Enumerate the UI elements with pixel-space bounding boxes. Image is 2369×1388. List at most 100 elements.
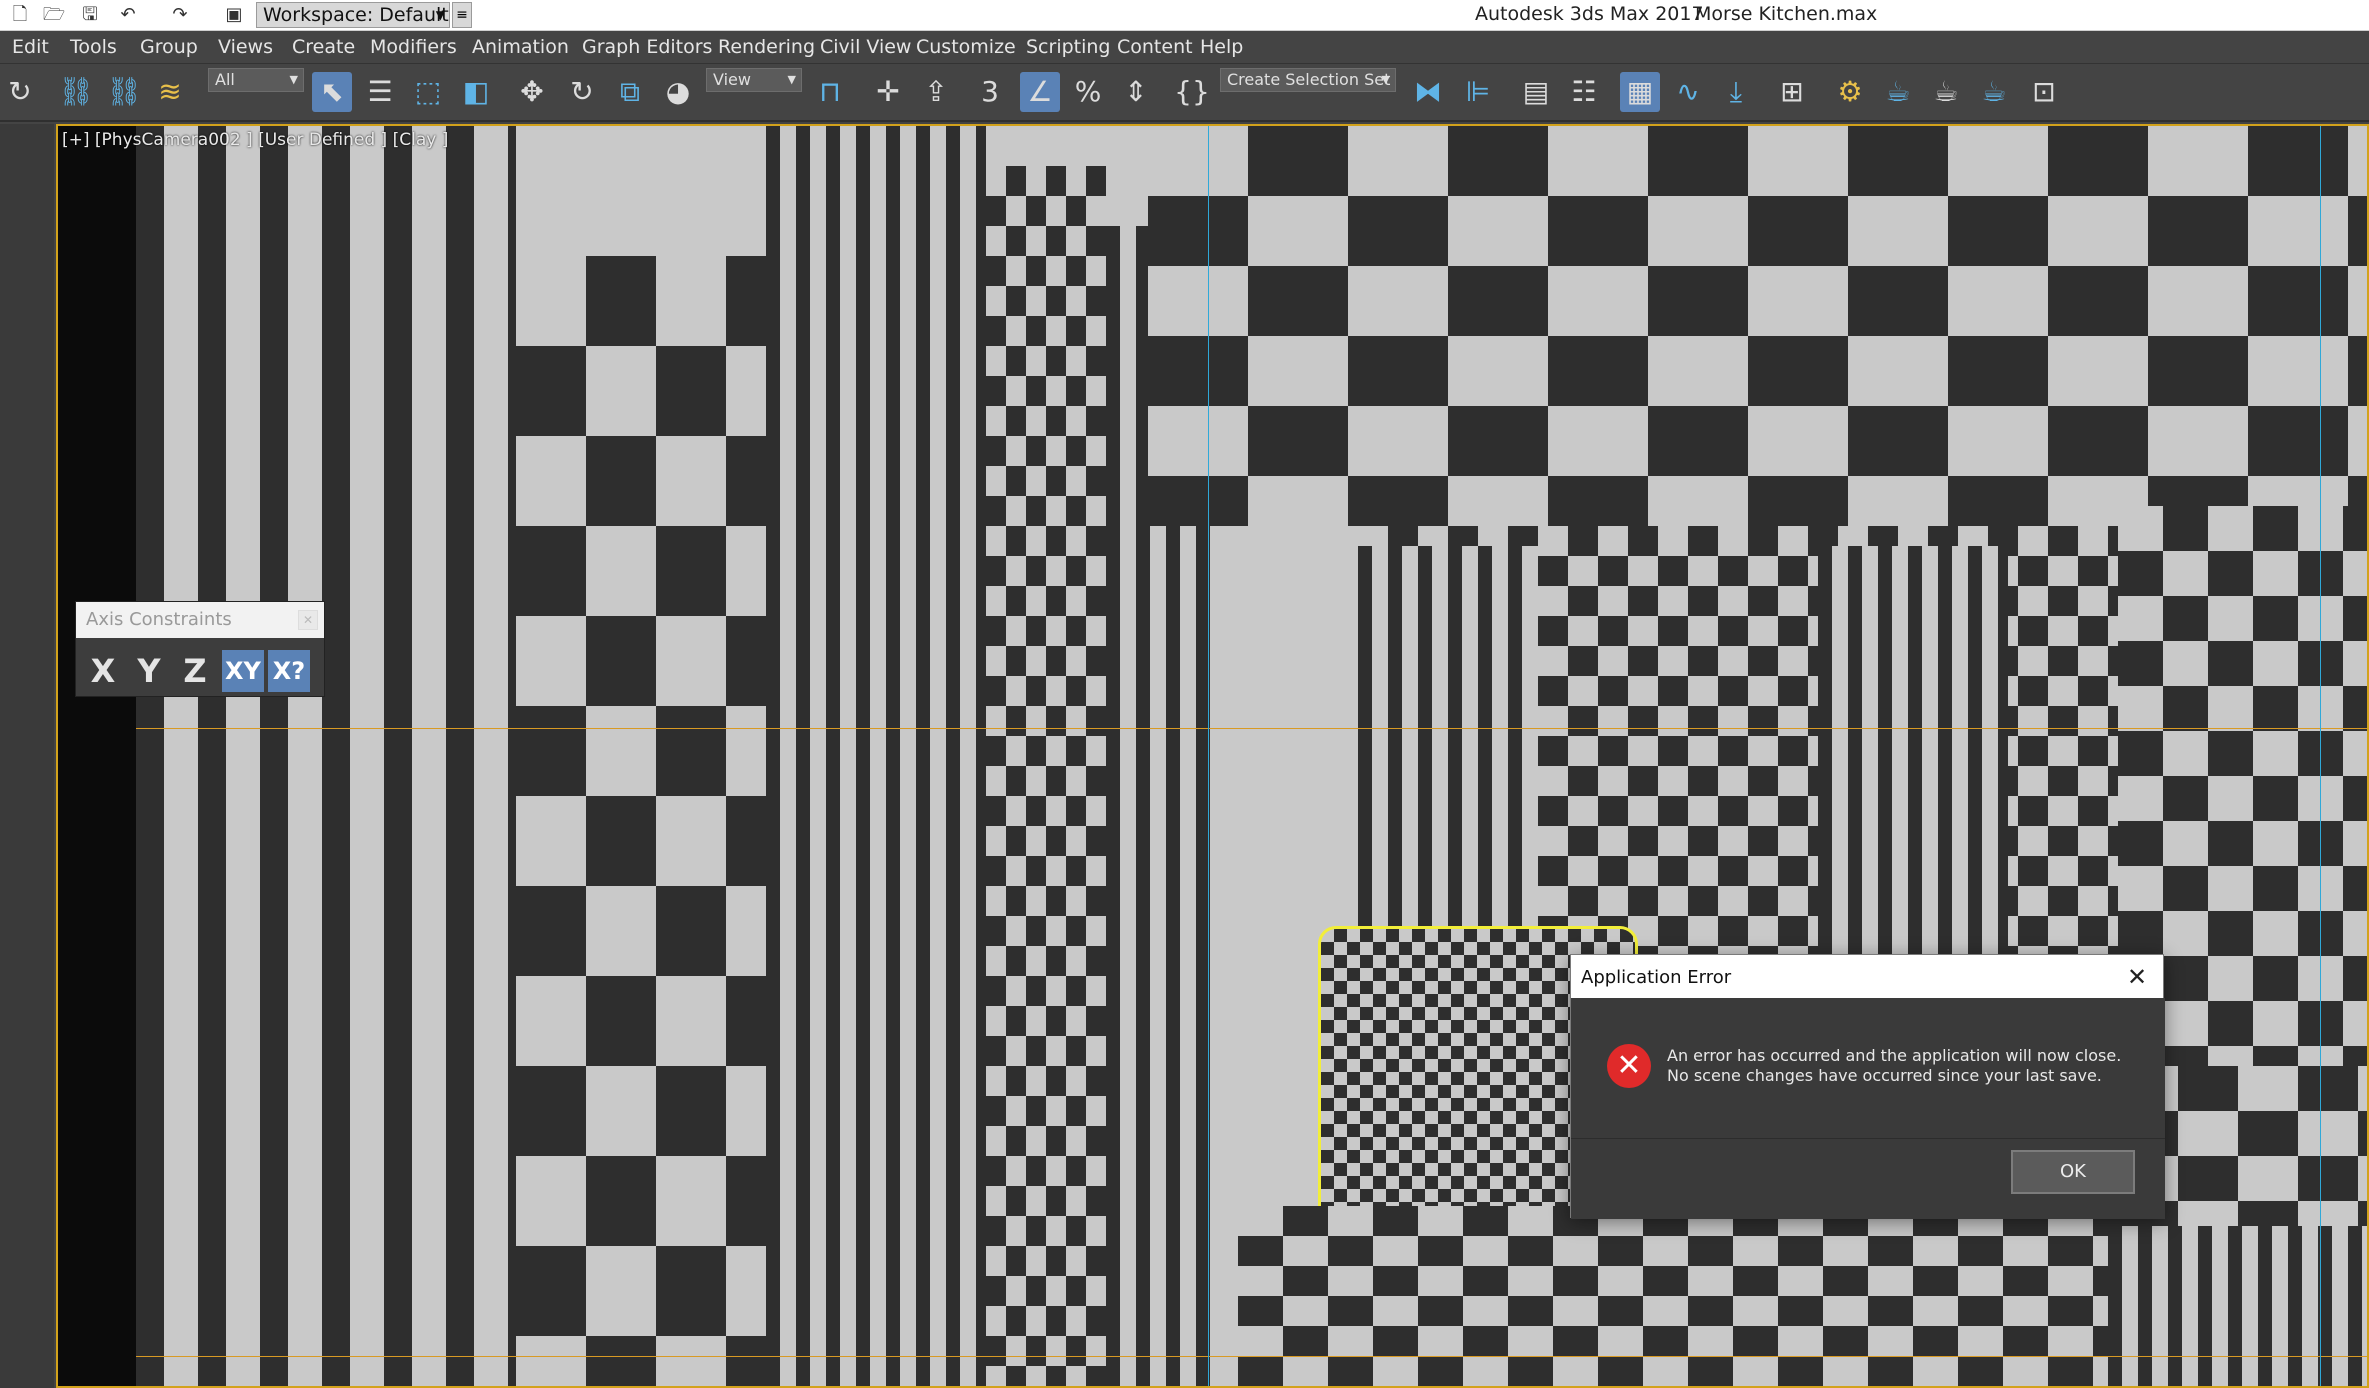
angle-snap-icon[interactable]: ∠ [1020,72,1060,112]
door-panel-checker [986,166,1106,1386]
redo-icon[interactable]: ↷ [168,4,192,26]
dialog-title: Application Error [1581,967,1732,988]
menu-edit[interactable]: Edit [12,36,49,58]
reference-coordinate-value: View [713,70,751,89]
app-window: 🗋 🗁 🖫 ↶ ↷ ▣ Workspace: Default ▼ ≡ Autod… [0,0,2369,1388]
menu-help[interactable]: Help [1200,36,1243,58]
schematic-view-icon[interactable]: ⊞ [1772,72,1812,112]
percent-snap-icon[interactable]: % [1068,72,1108,112]
select-and-link-icon[interactable]: ⛓ [56,72,96,112]
selection-filter-value: All [215,70,235,89]
axis-constraints-header[interactable]: Axis Constraints ✕ [76,602,324,638]
chevron-down-icon: ▼ [435,8,445,22]
curve-editor-icon[interactable]: ∿ [1668,72,1708,112]
file-title: Morse Kitchen.max [1695,3,1878,25]
spinner-snap-icon[interactable]: ⇕ [1116,72,1156,112]
axis-xy-button[interactable]: XY [222,650,264,692]
error-message-line-1: An error has occurred and the applicatio… [1667,1046,2122,1065]
manipulate-icon[interactable]: ✛ [868,72,908,112]
save-file-icon[interactable]: 🖫 [78,4,102,26]
select-and-place-icon[interactable]: ◕ [658,72,698,112]
menu-graph-editors[interactable]: Graph Editors [582,36,712,58]
menu-group[interactable]: Group [140,36,198,58]
rectangular-selection-icon[interactable]: ⬚ [408,72,448,112]
menu-modifiers[interactable]: Modifiers [370,36,457,58]
chevron-down-icon: ▼ [1381,73,1390,86]
material-editor-icon[interactable]: ⚙ [1830,72,1870,112]
menu-views[interactable]: Views [218,36,273,58]
safe-frame-guide-bottom [136,1356,2367,1357]
align-icon[interactable]: ⊫ [1458,72,1498,112]
window-crossing-icon[interactable]: ◧ [456,72,496,112]
pivot-center-icon[interactable]: ⊓ [810,72,850,112]
workspace-dropdown[interactable]: Workspace: Default ▼ [256,2,450,28]
chevron-down-icon: ▼ [289,73,298,86]
menu-civil-view[interactable]: Civil View [820,36,911,58]
workspace-menu-icon[interactable]: ≡ [452,2,472,28]
axis-y-button[interactable]: Y [128,650,170,692]
safe-frame-guide [136,728,2367,729]
dialog-body: ✕ An error has occurred and the applicat… [1571,998,2165,1138]
menu-rendering[interactable]: Rendering [718,36,815,58]
dope-sheet-icon[interactable]: ⤓ [1716,72,1756,112]
ribbon-toggle-icon[interactable]: ▦ [1620,72,1660,112]
right-counter-stripes [2108,1226,2367,1386]
select-by-name-icon[interactable]: ☰ [360,72,400,112]
menu-scripting[interactable]: Scripting [1026,36,1111,58]
named-selection-value: Create Selection Set [1227,70,1391,89]
selection-filter-dropdown[interactable]: All ▼ [208,68,304,92]
scene-explorer-icon[interactable]: ▤ [1516,72,1556,112]
viewport-label[interactable]: [+] [PhysCamera002 ] [User Defined ] [Cl… [62,130,448,150]
menu-create[interactable]: Create [292,36,355,58]
select-object-icon[interactable]: ⬉ [312,72,352,112]
mirror-icon[interactable]: ⧓ [1408,72,1448,112]
snaps-toggle-icon[interactable]: 3 [970,72,1010,112]
rendered-frame-window-icon[interactable]: ☕ [1926,72,1966,112]
render-production-icon[interactable]: ☕ [1974,72,2014,112]
project-folder-icon[interactable]: ▣ [222,4,246,26]
undo-icon[interactable]: ↶ [116,4,140,26]
reference-coordinate-dropdown[interactable]: View ▼ [706,68,802,92]
ok-button[interactable]: OK [2011,1150,2135,1194]
error-icon: ✕ [1607,1044,1651,1088]
select-and-scale-icon[interactable]: ⧉ [610,72,650,112]
menu-tools[interactable]: Tools [70,36,117,58]
bind-to-space-warp-icon[interactable]: ≋ [150,72,190,112]
close-icon[interactable]: ✕ [2123,963,2151,991]
workspace-label: Workspace: Default [263,4,449,26]
left-panel [0,124,54,1388]
open-file-icon[interactable]: 🗁 [42,4,66,26]
title-bar: 🗋 🗁 🖫 ↶ ↷ ▣ Workspace: Default ▼ ≡ Autod… [0,0,2369,31]
menu-content[interactable]: Content [1117,36,1193,58]
select-and-rotate-icon[interactable]: ↻ [562,72,602,112]
camera-guide-line-right [2320,126,2321,1386]
close-icon[interactable]: ✕ [298,610,318,630]
cabinet-stripes [766,126,986,1386]
viewport-black-area [58,126,136,1386]
camera-guide-line [1208,126,1209,1386]
layer-explorer-icon[interactable]: ☷ [1564,72,1604,112]
left-wall-checker [516,256,766,1386]
floor-rug [1238,1206,2118,1386]
unlink-selection-icon[interactable]: ⛓ [104,72,144,112]
new-file-icon[interactable]: 🗋 [8,4,32,26]
select-and-move-icon[interactable]: ✥ [512,72,552,112]
axis-x-button[interactable]: X [82,650,124,692]
menu-customize[interactable]: Customize [916,36,1016,58]
menu-animation[interactable]: Animation [472,36,569,58]
axis-constraints-title: Axis Constraints [86,609,232,630]
application-error-dialog: Application Error ✕ ✕ An error has occur… [1570,954,2165,1219]
edit-named-selection-icon[interactable]: {} [1172,72,1212,112]
named-selection-dropdown[interactable]: Create Selection Set ▼ [1220,68,1396,92]
render-in-cloud-icon[interactable]: ⊡ [2024,72,2064,112]
redo-scene-icon[interactable]: ↻ [0,72,40,112]
axis-plane-cycle-button[interactable]: X? [268,650,310,692]
ceiling-checker [1148,126,2367,526]
menu-bar: Edit Tools Group Views Create Modifiers … [0,31,2369,64]
axis-z-button[interactable]: Z [174,650,216,692]
error-message-line-2: No scene changes have occurred since you… [1667,1066,2102,1085]
keyboard-shortcut-override-icon[interactable]: ⇪ [916,72,956,112]
left-wall-stripes [136,126,516,1386]
main-toolbar: ↻ ⛓ ⛓ ≋ All ▼ ⬉ ☰ ⬚ ◧ ✥ ↻ ⧉ ◕ View ▼ ⊓ ✛… [0,64,2369,122]
render-setup-icon[interactable]: ☕ [1878,72,1918,112]
